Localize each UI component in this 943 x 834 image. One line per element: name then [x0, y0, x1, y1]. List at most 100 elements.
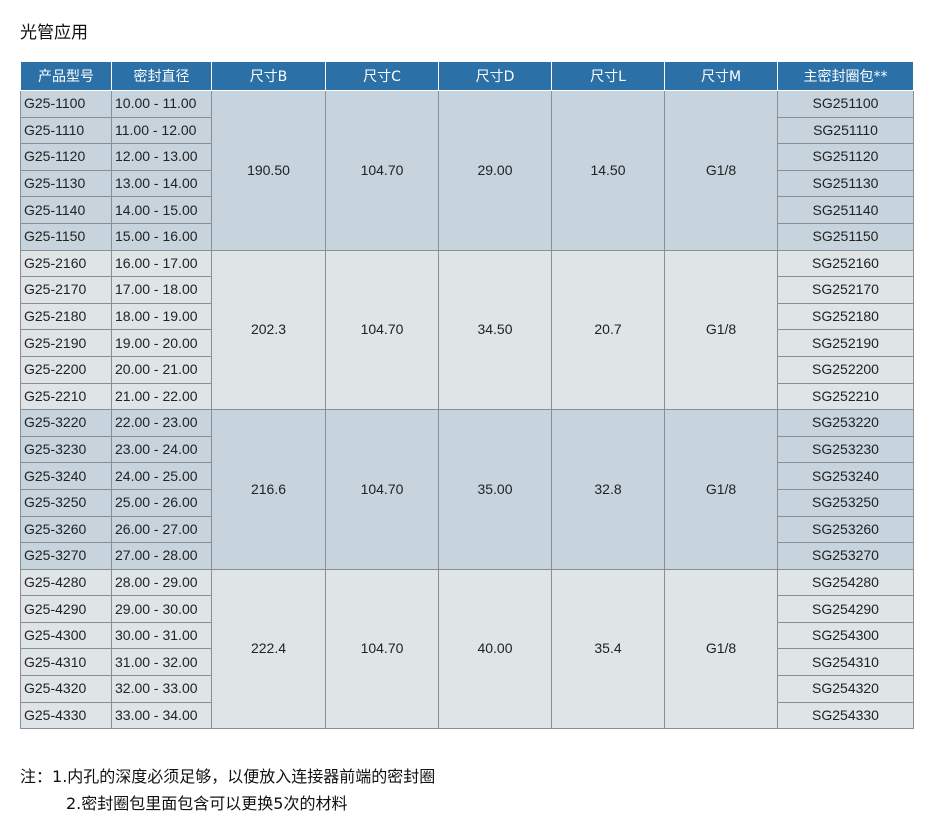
dim-m-cell: G1/8: [664, 568, 778, 730]
notes: 注：1.内孔的深度必须足够，以便放入连接器前端的密封圈 2.密封圈包里面包含可以…: [20, 763, 435, 817]
col-header-dim-b: 尺寸B: [211, 62, 326, 91]
seal-diameter-cell: 32.00 - 33.00: [111, 675, 212, 703]
model-cell: G25-2160: [20, 249, 112, 278]
model-cell: G25-3230: [20, 435, 112, 464]
seal-diameter-cell: 27.00 - 28.00: [111, 542, 212, 570]
seal-pack-cell: SG254320: [777, 675, 914, 703]
seal-pack-cell: SG253250: [777, 488, 914, 517]
seal-diameter-cell: 10.00 - 11.00: [111, 90, 212, 118]
dim-d-cell: 29.00: [438, 90, 552, 251]
col-header-dim-c: 尺寸C: [325, 62, 439, 91]
seal-diameter-cell: 11.00 - 12.00: [111, 116, 212, 145]
header-row: 产品型号 密封直径 尺寸B 尺寸C 尺寸D 尺寸L 尺寸M 主密封圈包**: [20, 62, 914, 91]
model-cell: G25-1100: [20, 90, 112, 118]
seal-pack-cell: SG252170: [777, 276, 914, 304]
seal-diameter-cell: 31.00 - 32.00: [111, 648, 212, 677]
model-cell: G25-1130: [20, 169, 112, 198]
seal-diameter-cell: 29.00 - 30.00: [111, 595, 212, 623]
model-cell: G25-4280: [20, 568, 112, 597]
model-cell: G25-4310: [20, 648, 112, 677]
dim-b-cell: 202.3: [211, 249, 326, 411]
model-cell: G25-2210: [20, 382, 112, 411]
seal-diameter-cell: 13.00 - 14.00: [111, 169, 212, 198]
model-cell: G25-3260: [20, 515, 112, 544]
seal-pack-cell: SG251150: [777, 222, 914, 251]
dim-b-cell: 222.4: [211, 568, 326, 730]
seal-diameter-cell: 18.00 - 19.00: [111, 302, 212, 331]
seal-pack-cell: SG251120: [777, 143, 914, 171]
table-row: G25-4280 28.00 - 29.00 222.4 104.70 40.00 35.…: [20, 568, 914, 730]
col-header-dim-d: 尺寸D: [438, 62, 552, 91]
dim-l-cell: 32.8: [551, 409, 665, 570]
seal-pack-cell: SG251140: [777, 196, 914, 224]
dim-b-cell: 216.6: [211, 409, 326, 570]
model-cell: G25-3220: [20, 409, 112, 437]
seal-pack-cell: SG254280: [777, 568, 914, 597]
seal-diameter-cell: 26.00 - 27.00: [111, 515, 212, 544]
seal-pack-cell: SG251100: [777, 90, 914, 118]
seal-pack-cell: SG254310: [777, 648, 914, 677]
seal-diameter-cell: 21.00 - 22.00: [111, 382, 212, 411]
seal-pack-cell: SG253270: [777, 542, 914, 570]
model-cell: G25-3250: [20, 488, 112, 517]
note-item-2: 2.密封圈包里面包含可以更换5次的材料: [66, 794, 348, 813]
seal-diameter-cell: 25.00 - 26.00: [111, 488, 212, 517]
seal-pack-cell: SG252180: [777, 302, 914, 331]
dim-b-cell: 190.50: [211, 90, 326, 251]
seal-pack-cell: SG253220: [777, 409, 914, 437]
model-cell: G25-2170: [20, 276, 112, 304]
seal-pack-cell: SG252190: [777, 329, 914, 357]
seal-pack-cell: SG253230: [777, 435, 914, 464]
table-row: G25-2160 16.00 - 17.00 202.3 104.70 34.50 20.…: [20, 249, 914, 411]
seal-diameter-cell: 22.00 - 23.00: [111, 409, 212, 437]
col-header-dim-l: 尺寸L: [551, 62, 665, 91]
dim-d-cell: 40.00: [438, 568, 552, 730]
seal-diameter-cell: 24.00 - 25.00: [111, 462, 212, 490]
seal-diameter-cell: 20.00 - 21.00: [111, 355, 212, 384]
dim-m-cell: G1/8: [664, 409, 778, 570]
seal-pack-cell: SG254330: [777, 701, 914, 730]
seal-pack-cell: SG252160: [777, 249, 914, 278]
seal-diameter-cell: 28.00 - 29.00: [111, 568, 212, 597]
seal-pack-cell: SG254300: [777, 621, 914, 650]
spec-table: 产品型号 密封直径 尺寸B 尺寸C 尺寸D 尺寸L 尺寸M 主密封圈包** G2…: [20, 62, 914, 730]
model-cell: G25-1140: [20, 196, 112, 224]
seal-pack-cell: SG253240: [777, 462, 914, 490]
dim-m-cell: G1/8: [664, 90, 778, 251]
dim-m-cell: G1/8: [664, 249, 778, 411]
seal-pack-cell: SG251130: [777, 169, 914, 198]
model-cell: G25-2200: [20, 355, 112, 384]
col-header-seal-pack: 主密封圈包**: [777, 62, 914, 91]
dim-c-cell: 104.70: [325, 90, 439, 251]
seal-diameter-cell: 17.00 - 18.00: [111, 276, 212, 304]
seal-diameter-cell: 33.00 - 34.00: [111, 701, 212, 730]
notes-label: 注：: [20, 767, 53, 786]
model-cell: G25-2180: [20, 302, 112, 331]
model-cell: G25-2190: [20, 329, 112, 357]
seal-diameter-cell: 19.00 - 20.00: [111, 329, 212, 357]
seal-pack-cell: SG254290: [777, 595, 914, 623]
dim-c-cell: 104.70: [325, 568, 439, 730]
seal-diameter-cell: 15.00 - 16.00: [111, 222, 212, 251]
seal-pack-cell: SG252200: [777, 355, 914, 384]
model-cell: G25-1120: [20, 143, 112, 171]
page-title: 光管应用: [20, 23, 88, 43]
seal-diameter-cell: 23.00 - 24.00: [111, 435, 212, 464]
seal-pack-cell: SG252210: [777, 382, 914, 411]
table-row: G25-3220 22.00 - 23.00 216.6 104.70 35.00 32.…: [20, 409, 914, 570]
seal-diameter-cell: 14.00 - 15.00: [111, 196, 212, 224]
model-cell: G25-4330: [20, 701, 112, 730]
dim-d-cell: 35.00: [438, 409, 552, 570]
dim-l-cell: 20.7: [551, 249, 665, 411]
seal-diameter-cell: 16.00 - 17.00: [111, 249, 212, 278]
seal-diameter-cell: 12.00 - 13.00: [111, 143, 212, 171]
seal-diameter-cell: 30.00 - 31.00: [111, 621, 212, 650]
col-header-model: 产品型号: [20, 62, 112, 91]
seal-pack-cell: SG251110: [777, 116, 914, 145]
dim-l-cell: 14.50: [551, 90, 665, 251]
model-cell: G25-4290: [20, 595, 112, 623]
model-cell: G25-4320: [20, 675, 112, 703]
table-row: G25-1100 10.00 - 11.00 190.50 104.70 29.00 14…: [20, 90, 914, 251]
dim-c-cell: 104.70: [325, 409, 439, 570]
col-header-seal-diameter: 密封直径: [111, 62, 212, 91]
